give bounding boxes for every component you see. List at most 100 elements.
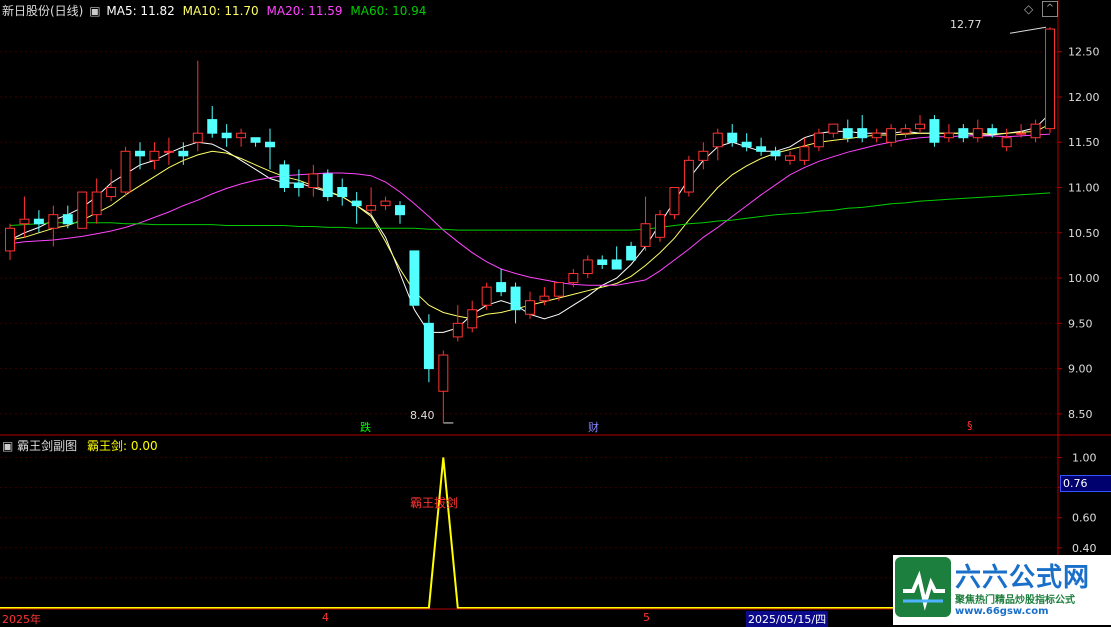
candle-down <box>611 259 622 270</box>
candle-up <box>91 191 102 216</box>
y-tick-label: 0.40 <box>1072 542 1097 555</box>
candle-up <box>943 132 954 139</box>
candle-up <box>481 286 492 306</box>
y-tick-label: 1.00 <box>1072 452 1097 465</box>
candle-up <box>972 128 983 139</box>
ma10-line <box>9 123 1051 320</box>
x-label-apr: 4 <box>322 611 329 624</box>
y-tick-label: 12.50 <box>1068 46 1100 59</box>
candle-up <box>828 123 839 134</box>
candle-up <box>871 132 882 139</box>
y-tick-label: 0.60 <box>1072 512 1097 525</box>
candle-down <box>62 214 73 225</box>
candle-down <box>337 187 348 198</box>
candle-down <box>250 137 261 143</box>
s-marker: § <box>967 419 973 432</box>
candle-up <box>1001 137 1012 148</box>
candle-up <box>655 214 665 238</box>
candle-up <box>539 295 550 302</box>
candle-up <box>712 132 723 148</box>
candle-up <box>669 187 680 216</box>
candle-up <box>785 155 795 161</box>
ma60-value: MA60: 10.94 <box>350 4 427 18</box>
y-tick-label: 11.00 <box>1068 182 1100 195</box>
x-label-may: 5 <box>643 611 650 624</box>
candle-up <box>1045 28 1055 130</box>
candle-up <box>106 187 117 198</box>
candle-down <box>221 132 232 139</box>
candle-down <box>842 128 853 139</box>
minimize-icon[interactable]: ^ <box>1042 1 1058 17</box>
y-tick-label: 11.50 <box>1068 136 1100 149</box>
candle-down <box>958 128 969 139</box>
chart-header: 新日股份(日线) ▣ MA5: 11.82 MA10: 11.70 MA20: … <box>2 2 426 19</box>
y-tick-label: 12.00 <box>1068 91 1100 104</box>
candle-up <box>438 354 449 392</box>
x-label-year: 2025年 <box>2 613 41 626</box>
candle-up <box>48 214 59 229</box>
candle-up <box>163 150 174 153</box>
candle-down <box>756 146 767 152</box>
diamond-icon[interactable]: ◇ <box>1024 2 1033 16</box>
candle-down <box>265 141 275 148</box>
candle-down <box>510 286 521 311</box>
ma-icon: ▣ <box>89 4 101 18</box>
x-date-cursor: 2025/05/15/四 <box>746 611 829 627</box>
candle-up <box>1016 132 1027 135</box>
candle-down <box>423 322 434 370</box>
y-tick-label: 9.00 <box>1068 363 1093 376</box>
die-marker: 跌 <box>360 421 371 434</box>
site-logo: 六六公式网 聚焦热门精品炒股指标公式 www.66gsw.com <box>893 555 1111 625</box>
candle-up <box>120 150 131 193</box>
candle-up <box>683 159 694 193</box>
cai-marker: 财 <box>588 421 599 434</box>
high-pointer <box>1009 26 1047 34</box>
candle-down <box>496 282 507 293</box>
ma60-line <box>9 192 1051 231</box>
candle-down <box>727 132 738 143</box>
candle-up <box>380 200 391 207</box>
stock-title: 新日股份(日线) <box>2 4 84 18</box>
candle-up <box>236 132 247 139</box>
candle-up <box>366 205 377 211</box>
sub-title: 霸王剑副图 <box>17 439 78 453</box>
ma10-value: MA10: 11.70 <box>182 4 259 18</box>
candle-down <box>207 119 218 134</box>
candle-up <box>467 309 478 329</box>
candle-down <box>741 141 752 148</box>
candle-up <box>192 132 203 143</box>
candle-up <box>886 128 897 143</box>
candle-down <box>322 173 333 198</box>
logo-mark-icon <box>895 557 951 617</box>
indicator-icon: ▣ <box>2 439 14 453</box>
candle-down <box>395 205 405 216</box>
signal-label: 霸王拔剑 <box>410 496 459 510</box>
logo-slogan: 聚焦热门精品炒股指标公式 <box>955 595 1075 606</box>
candle-up <box>799 146 810 161</box>
candle-down <box>770 150 781 157</box>
candle-down <box>929 119 940 143</box>
candle-up <box>813 132 824 148</box>
candle-up <box>900 128 911 134</box>
candle-up <box>553 282 564 297</box>
chart-canvas[interactable]: 12.50 12.00 11.50 11.00 10.50 10.00 9.50 9.00 8.… <box>0 0 1111 626</box>
candle-up <box>1030 123 1041 139</box>
candle-down <box>597 259 608 265</box>
candle-up <box>77 191 88 229</box>
candle-up <box>582 259 593 275</box>
candle-down <box>33 218 44 225</box>
candle-down <box>987 128 998 134</box>
ma5-value: MA5: 11.82 <box>106 4 175 18</box>
candle-up <box>308 173 319 189</box>
logo-brand: 六六公式网 <box>955 563 1091 593</box>
cursor-value-box: 0.76 <box>1060 475 1111 492</box>
y-tick-label: 10.50 <box>1068 227 1100 240</box>
candle-up <box>452 322 463 338</box>
y-tick-label: 8.50 <box>1068 408 1093 421</box>
low-price-label: 8.40 <box>410 409 435 422</box>
candle-down <box>351 200 362 207</box>
high-price-label: 12.77 <box>950 18 982 31</box>
indicator-value: 霸王剑: 0.00 <box>87 439 158 453</box>
sub-chart-header: ▣ 霸王剑副图 霸王剑: 0.00 <box>2 437 158 454</box>
candle-up <box>149 150 160 161</box>
